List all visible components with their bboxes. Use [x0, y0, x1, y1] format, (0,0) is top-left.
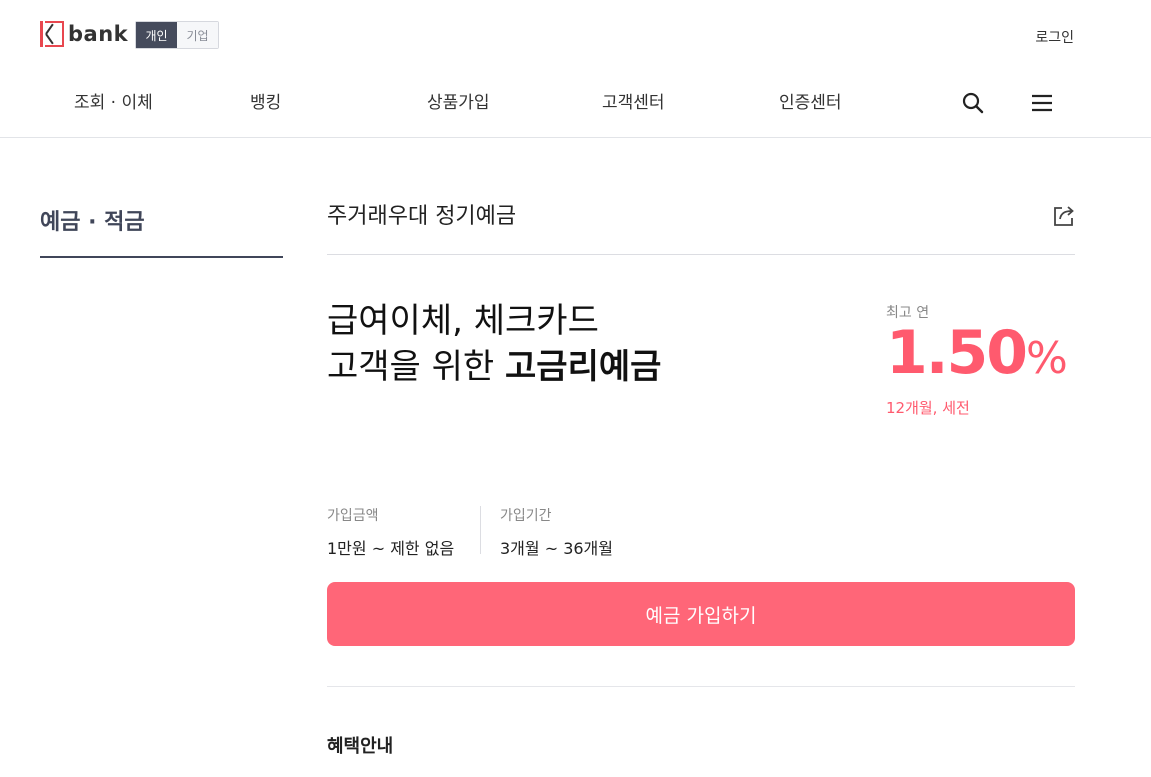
headline-line2-bold: 고금리예금: [505, 347, 662, 387]
period-label: 가입기간: [500, 508, 552, 524]
lnb-underline: [40, 256, 283, 258]
nav-item-certificate-center[interactable]: 인증센터: [779, 88, 842, 113]
kbank-logo[interactable]: bank: [40, 21, 128, 47]
header-divider: [0, 137, 1151, 138]
product-headline: 급여이체, 체크카드 고객을 위한 고금리예금: [327, 298, 661, 390]
period-info: 가입기간 3개월 ~ 36개월: [500, 505, 613, 559]
amount-info: 가입금액 1만원 ~ 제한 없음: [327, 505, 454, 559]
nav-item-inquiry-transfer[interactable]: 조회 · 이체: [74, 88, 153, 113]
period-value: 3개월 ~ 36개월: [500, 539, 613, 558]
personal-tab[interactable]: 개인: [136, 22, 177, 48]
amount-label: 가입금액: [327, 508, 379, 524]
nav-item-products[interactable]: 상품가입: [427, 88, 490, 113]
hamburger-menu-icon[interactable]: [1031, 94, 1053, 112]
nav-item-customer-center[interactable]: 고객센터: [602, 88, 665, 113]
search-icon[interactable]: [962, 92, 984, 114]
benefit-section-title: 혜택안내: [327, 736, 394, 757]
section-divider: [327, 686, 1075, 687]
rate-note: 12개월, 세전: [886, 399, 970, 417]
headline-line2: 고객을 위한 고금리예금: [327, 344, 661, 390]
rate-number: 1.50: [886, 318, 1028, 388]
headline-line2-prefix: 고객을 위한: [327, 347, 506, 387]
logo-text: bank: [68, 22, 129, 46]
headline-line1: 급여이체, 체크카드: [327, 301, 599, 341]
logo-mark: [40, 21, 64, 47]
product-title: 주거래우대 정기예금: [327, 204, 517, 229]
lnb-title[interactable]: 예금 · 적금: [40, 204, 145, 236]
business-tab[interactable]: 기업: [177, 22, 218, 48]
nav-item-banking[interactable]: 뱅킹: [250, 88, 281, 113]
info-divider: [480, 506, 481, 554]
rate-unit: %: [1026, 333, 1068, 384]
customer-type-toggle: 개인 기업: [135, 21, 219, 49]
join-deposit-button[interactable]: 예금 가입하기: [327, 582, 1075, 646]
share-icon[interactable]: [1052, 204, 1076, 228]
login-link[interactable]: 로그인: [1035, 27, 1074, 47]
interest-rate: 1.50%: [886, 318, 1068, 388]
title-divider: [327, 254, 1075, 255]
amount-value: 1만원 ~ 제한 없음: [327, 539, 455, 558]
